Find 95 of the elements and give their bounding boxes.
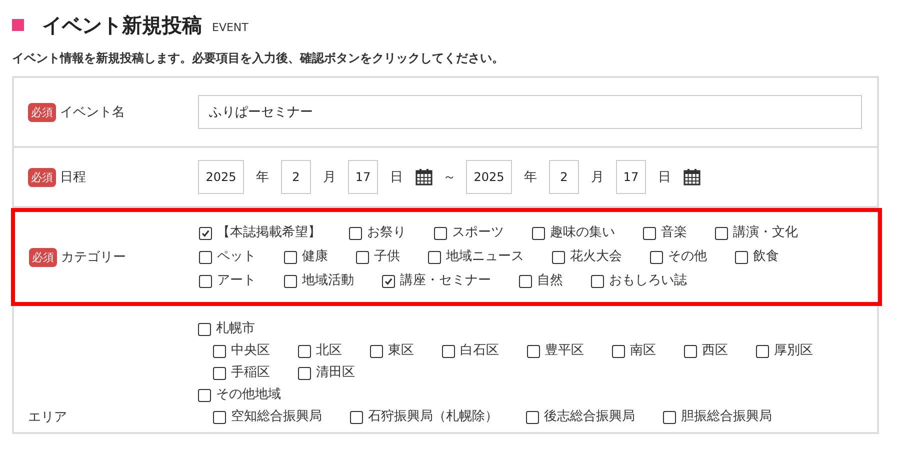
option-label: 花火大会 [570, 248, 622, 266]
checkbox[interactable] [591, 274, 604, 288]
checkbox[interactable] [552, 250, 565, 264]
date-input[interactable]: 17 [348, 160, 378, 194]
option-label: 講座・セミナー [400, 272, 491, 290]
checkbox[interactable] [442, 344, 455, 358]
option-label: 【本誌掲載希望】 [217, 224, 321, 242]
field-label: 日程 [60, 169, 86, 186]
option-label: 札幌市 [216, 320, 255, 338]
checkbox[interactable] [643, 226, 656, 240]
field-label: カテゴリー [61, 249, 126, 266]
date-unit: 年 [256, 169, 269, 186]
date-input[interactable]: 2 [549, 160, 579, 194]
option-label: 東区 [388, 342, 414, 360]
option-label: 飲食 [753, 248, 779, 266]
square-icon [12, 19, 24, 31]
checkbox[interactable] [356, 250, 369, 264]
option-label: その他地域 [216, 386, 281, 404]
option-label: 中央区 [231, 342, 270, 360]
checkbox[interactable] [350, 410, 363, 424]
checkbox[interactable] [434, 226, 447, 240]
option-label: 地域ニュース [446, 248, 524, 266]
option-label: 清田区 [316, 364, 355, 382]
checkbox[interactable] [213, 344, 226, 358]
checkbox[interactable] [650, 250, 663, 264]
option-label: おもしろい誌 [609, 272, 687, 290]
option-label: 空知総合振興局 [231, 408, 322, 426]
checkbox[interactable] [735, 250, 748, 264]
option-label: 子供 [374, 248, 400, 266]
date-unit: 日 [390, 169, 403, 186]
checkbox[interactable] [663, 410, 676, 424]
option-label: 趣味の集い [550, 224, 615, 242]
checkbox[interactable] [526, 410, 539, 424]
checkbox[interactable] [527, 344, 540, 358]
checkbox[interactable] [428, 250, 441, 264]
checkbox[interactable] [213, 366, 226, 380]
option-label: 白石区 [460, 342, 499, 360]
option-label: 後志総合振興局 [544, 408, 635, 426]
checkbox[interactable] [298, 366, 311, 380]
description-text: イベント情報を新規投稿します。必要項目を入力後、確認ボタンをクリックしてください。 [11, 50, 505, 67]
checkbox[interactable] [284, 274, 297, 288]
checkbox[interactable] [349, 226, 362, 240]
calendar-icon[interactable] [683, 168, 701, 186]
option-label: 厚別区 [774, 342, 813, 360]
checkbox[interactable] [715, 226, 728, 240]
checkbox[interactable] [532, 226, 545, 240]
option-label: 石狩振興局（札幌除） [368, 408, 498, 426]
option-label: 西区 [702, 342, 728, 360]
option-label: スポーツ [452, 224, 504, 242]
checkbox[interactable] [756, 344, 769, 358]
option-label: 健康 [302, 248, 328, 266]
checkbox[interactable] [612, 344, 625, 358]
checkbox[interactable] [684, 344, 697, 358]
checkbox[interactable] [199, 250, 212, 264]
text-input[interactable]: ふりぱーセミナー [198, 95, 862, 129]
option-label: お祭り [367, 224, 406, 242]
field-label: エリア [28, 409, 67, 426]
option-label: 胆振総合振興局 [681, 408, 772, 426]
option-label: 豊平区 [545, 342, 584, 360]
field-label: イベント名 [60, 104, 125, 121]
date-input[interactable]: 2025 [198, 160, 244, 194]
required-badge: 必須 [29, 248, 57, 266]
option-label: 手稲区 [231, 364, 270, 382]
page-title: イベント新規投稿 [42, 12, 202, 38]
date-input[interactable]: 17 [616, 160, 646, 194]
checkbox[interactable] [382, 274, 395, 288]
checkbox[interactable] [198, 388, 211, 402]
required-badge: 必須 [28, 102, 56, 122]
checkbox[interactable] [370, 344, 383, 358]
option-label: 音楽 [661, 224, 687, 242]
checkbox[interactable] [298, 344, 311, 358]
calendar-icon[interactable] [415, 168, 433, 186]
option-label: 南区 [630, 342, 656, 360]
range-separator: ～ [443, 169, 456, 186]
checkbox[interactable] [199, 226, 212, 240]
option-label: ペット [217, 248, 256, 266]
option-label: その他 [668, 248, 707, 266]
checkbox[interactable] [213, 410, 226, 424]
date-input[interactable]: 2025 [466, 160, 512, 194]
checkbox[interactable] [199, 274, 212, 288]
option-label: 地域活動 [302, 272, 354, 290]
option-label: 講演・文化 [733, 224, 798, 242]
checkbox[interactable] [519, 274, 532, 288]
date-unit: 年 [524, 169, 537, 186]
option-label: 自然 [537, 272, 563, 290]
checkbox[interactable] [284, 250, 297, 264]
date-unit: 日 [658, 169, 671, 186]
required-badge: 必須 [28, 168, 56, 186]
date-input[interactable]: 2 [281, 160, 311, 194]
page-subtitle: EVENT [212, 20, 248, 34]
option-label: アート [217, 272, 256, 290]
date-unit: 月 [323, 169, 336, 186]
option-label: 北区 [316, 342, 342, 360]
checkbox[interactable] [198, 322, 211, 336]
date-unit: 月 [591, 169, 604, 186]
